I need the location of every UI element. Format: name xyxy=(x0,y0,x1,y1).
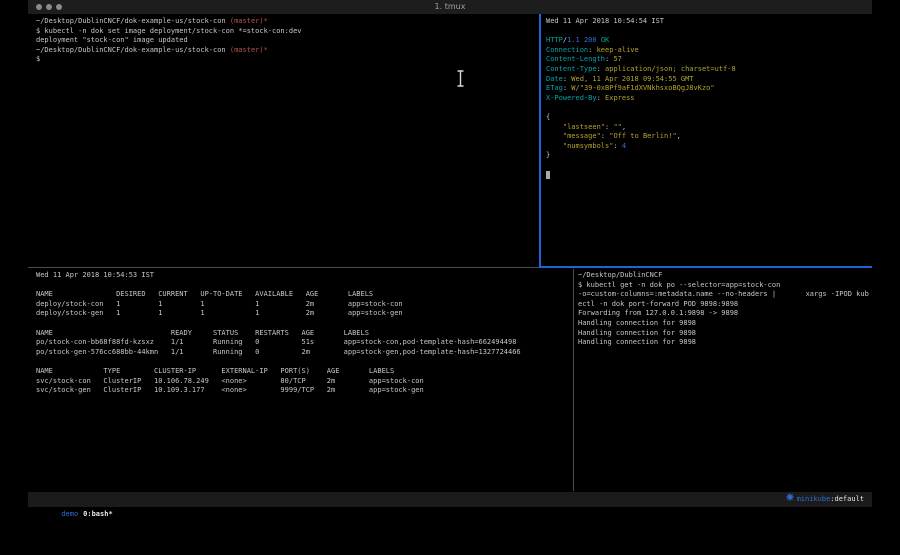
terminal-line: Connection: keep-alive xyxy=(546,46,872,56)
tmux-status-bar: demo0:bash* minikube:default xyxy=(28,492,872,507)
kubernetes-helm-icon xyxy=(743,477,793,522)
terminal-line: Forwarding from 127.0.0.1:9898 -> 9898 xyxy=(578,309,872,319)
terminal-line xyxy=(546,27,872,37)
terminal-line xyxy=(36,357,573,367)
terminal-line xyxy=(546,103,872,113)
terminal-line: HTTP/1.1 200 OK xyxy=(546,36,872,46)
terminal-line: Handling connection for 9898 xyxy=(578,329,872,339)
terminal-line: deploy/stock-gen 1 1 1 1 2m app=stock-ge… xyxy=(36,309,573,319)
pane-divider-horizontal-left[interactable] xyxy=(28,267,539,268)
terminal-line: $ kubectl -n dok set image deployment/st… xyxy=(36,27,539,37)
terminal-line: Wed 11 Apr 2018 10:54:53 IST xyxy=(36,271,573,281)
terminal-line: "message": "Off to Berlin!", xyxy=(546,132,872,142)
terminal-line: $ kubectl get -n dok po --selector=app=s… xyxy=(578,281,872,291)
terminal-line: Content-Type: application/json; charset=… xyxy=(546,65,872,75)
pane-bottom-left-kubectl-watch[interactable]: Wed 11 Apr 2018 10:54:53 IST NAME DESIRED… xyxy=(28,269,573,491)
pane-divider-horizontal-right[interactable] xyxy=(539,266,872,268)
desktop-background: 1. tmux ~/Desktop/DublinCNCF/dok-example… xyxy=(0,0,900,555)
terminal-line: NAME DESIRED CURRENT UP-TO-DATE AVAILABL… xyxy=(36,290,573,300)
terminal-line: ETag: W/"39-0xBPf9aF1dXVNkhsxoBQgJ8vKzo" xyxy=(546,84,872,94)
terminal-line: { xyxy=(546,113,872,123)
kube-namespace: :default xyxy=(830,492,864,507)
terminal-line xyxy=(36,281,573,291)
terminal-line xyxy=(546,171,872,181)
kube-context-name: minikube xyxy=(797,492,831,507)
window-title: 1. tmux xyxy=(28,0,872,14)
terminal-line: X-Powered-By: Express xyxy=(546,94,872,104)
terminal-line: "lastseen": "", xyxy=(546,123,872,133)
pane-top-right-http-response[interactable]: Wed 11 Apr 2018 10:54:54 IST HTTP/1.1 200… xyxy=(541,14,872,267)
tmux-window-tab[interactable]: 0:bash* xyxy=(83,510,113,518)
terminal-line: deploy/stock-con 1 1 1 1 2m app=stock-co… xyxy=(36,300,573,310)
terminal-line: Wed 11 Apr 2018 10:54:54 IST xyxy=(546,17,872,27)
terminal-line xyxy=(36,319,573,329)
terminal-window: 1. tmux ~/Desktop/DublinCNCF/dok-example… xyxy=(28,0,872,508)
terminal-line: ectl -n dok port-forward POD 9898:9898 xyxy=(578,300,872,310)
terminal-line: po/stock-con-bb68f88fd-kzsxz 1/1 Running… xyxy=(36,338,573,348)
tmux-session-name[interactable]: demo xyxy=(61,510,78,518)
terminal-line: -o=custom-columns=:metadata.name --no-he… xyxy=(578,290,872,300)
terminal-line: po/stock-gen-576cc688bb-44kmn 1/1 Runnin… xyxy=(36,348,573,358)
terminal-line: $ xyxy=(36,55,539,65)
terminal-line: } xyxy=(546,151,872,161)
terminal-line: Handling connection for 9898 xyxy=(578,338,872,348)
terminal-line: svc/stock-gen ClusterIP 10.109.3.177 <no… xyxy=(36,386,573,396)
ibeam-cursor-icon xyxy=(456,70,465,91)
terminal-line: Content-Length: 57 xyxy=(546,55,872,65)
terminal-line: deployment "stock-con" image updated xyxy=(36,36,539,46)
tmux-status-right: minikube:default xyxy=(743,492,864,507)
terminal-line: "numsymbols": 4 xyxy=(546,142,872,152)
window-titlebar[interactable]: 1. tmux xyxy=(28,0,872,14)
pane-top-left-shell[interactable]: ~/Desktop/DublinCNCF/dok-example-us/stoc… xyxy=(28,14,539,267)
terminal-line: svc/stock-con ClusterIP 10.106.78.249 <n… xyxy=(36,377,573,387)
terminal-line: ~/Desktop/DublinCNCF/dok-example-us/stoc… xyxy=(36,17,539,27)
terminal-line: ~/Desktop/DublinCNCF/dok-example-us/stoc… xyxy=(36,46,539,56)
terminal-line xyxy=(546,161,872,171)
terminal-line: NAME READY STATUS RESTARTS AGE LABELS xyxy=(36,329,573,339)
pane-bottom-right-port-forward[interactable]: ~/Desktop/DublinCNCF$ kubectl get -n dok… xyxy=(574,269,872,491)
terminal-line: Handling connection for 9898 xyxy=(578,319,872,329)
terminal-line: Date: Wed, 11 Apr 2018 09:54:55 GMT xyxy=(546,75,872,85)
terminal-line: NAME TYPE CLUSTER-IP EXTERNAL-IP PORT(S)… xyxy=(36,367,573,377)
terminal-line: ~/Desktop/DublinCNCF xyxy=(578,271,872,281)
